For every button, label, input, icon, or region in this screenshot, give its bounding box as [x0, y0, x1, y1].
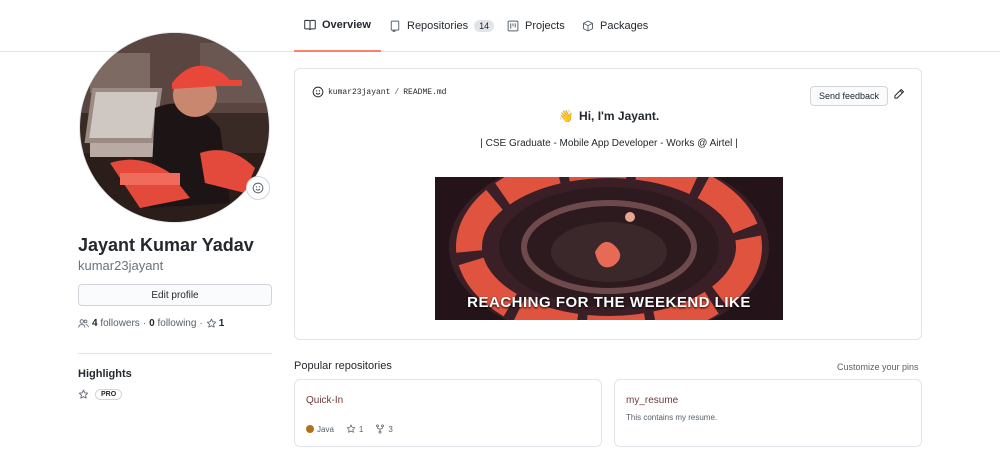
tab-projects[interactable]: Projects: [507, 0, 565, 52]
smiley-icon: [252, 182, 264, 194]
pencil-icon[interactable]: [893, 88, 905, 100]
stats-separator: ·: [199, 318, 203, 329]
book-icon: [304, 19, 316, 31]
star-icon: [78, 389, 89, 399]
tab-overview[interactable]: Overview: [294, 0, 381, 52]
send-feedback-button[interactable]: Send feedback: [810, 86, 889, 106]
star-icon: [206, 318, 216, 328]
readme-tagline: | CSE Graduate - Mobile App Developer - …: [480, 138, 738, 149]
gif-caption: REACHING FOR THE WEEKEND LIKE: [467, 294, 751, 311]
following-count: 0: [149, 318, 155, 329]
following-link[interactable]: 0 following: [149, 318, 196, 329]
repo-language-label: Java: [317, 424, 334, 434]
tab-packages-label: Packages: [600, 20, 649, 32]
following-label: following: [157, 318, 197, 329]
tab-overview-label: Overview: [322, 19, 371, 31]
edit-profile-button[interactable]: Edit profile: [78, 284, 272, 306]
readme-greeting-text: Hi, I'm Jayant.: [579, 109, 660, 123]
repo-language: Java: [306, 425, 334, 434]
readme-greeting: 👋 Hi, I'm Jayant.: [295, 109, 923, 123]
waving-hand-emoji: 👋: [558, 109, 574, 123]
stars-count: 1: [218, 318, 225, 329]
pinned-repo-card: Quick-In Java 1 3: [294, 379, 602, 447]
repo-forks-count: 3: [388, 424, 393, 434]
followers-link[interactable]: 4 followers: [92, 318, 140, 329]
star-icon: [346, 424, 356, 433]
readme-path-separator: /: [394, 87, 400, 97]
avatar[interactable]: [79, 32, 270, 223]
highlights-pro: PRO: [78, 389, 123, 400]
readme-gif: REACHING FOR THE WEEKEND LIKE: [435, 177, 783, 320]
tab-projects-label: Projects: [525, 20, 565, 32]
followers-label: followers: [100, 318, 140, 329]
readme-path: kumar23jayant / README.md: [312, 86, 446, 98]
set-status-button[interactable]: [246, 176, 270, 200]
repo-name-link[interactable]: my_resume: [626, 395, 678, 406]
profile-login: kumar23jayant: [78, 258, 164, 273]
tab-packages[interactable]: Packages: [582, 0, 648, 52]
popular-repositories-heading: Popular repositories: [294, 360, 392, 372]
fork-icon: [376, 424, 385, 434]
package-icon: [583, 20, 593, 32]
repo-name-link[interactable]: Quick-In: [306, 395, 343, 406]
people-icon: [78, 319, 89, 328]
repo-forks-link[interactable]: 3: [375, 424, 393, 434]
tab-repositories-label: Repositories: [407, 20, 469, 32]
pinned-repo-card: my_resume This contains my resume.: [614, 379, 922, 447]
repo-meta: Java 1 3: [306, 424, 393, 434]
repo-icon: [390, 20, 400, 32]
stats-separator: ·: [142, 318, 147, 329]
stars-link[interactable]: 1: [206, 318, 225, 329]
readme-card: kumar23jayant / README.md Send feedback …: [294, 68, 922, 340]
repo-description: This contains my resume.: [626, 413, 718, 422]
avatar-photo: [80, 33, 269, 222]
readme-file-link[interactable]: README.md: [403, 88, 446, 97]
repo-stars-link[interactable]: 1: [346, 424, 363, 434]
customize-pins-link[interactable]: Customize your pins: [837, 362, 919, 372]
followers-count: 4: [92, 318, 98, 329]
readme-owner-link[interactable]: kumar23jayant: [328, 88, 390, 97]
language-color-dot: [306, 425, 314, 433]
smiley-icon: [312, 86, 324, 98]
repo-stars-count: 1: [358, 424, 364, 434]
pro-badge: PRO: [95, 389, 123, 400]
highlights-heading: Highlights: [78, 368, 132, 380]
sidebar-divider: [78, 353, 272, 354]
profile-fullname: Jayant Kumar Yadav: [78, 235, 254, 255]
tab-repositories[interactable]: Repositories 14: [389, 0, 495, 52]
repositories-count-badge: 14: [474, 20, 495, 32]
follow-stats: 4 followers · 0 following · 1: [78, 318, 224, 329]
project-icon: [507, 20, 519, 32]
